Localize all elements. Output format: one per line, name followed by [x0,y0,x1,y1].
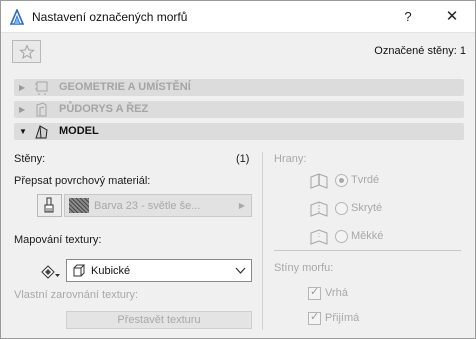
override-material-toggle[interactable] [37,194,62,217]
section-label: GEOMETRIE A UMÍSTĚNÍ [59,81,191,93]
help-button[interactable]: ? [391,1,425,33]
hard-edge-icon [310,173,328,189]
arrow-right-icon: ▶ [238,201,245,210]
texture-mapping-label: Mapování textury: [14,234,102,246]
cast-shadow-label: Vrhá [325,287,348,299]
checkmark-icon: ✓ [310,311,320,323]
shadows-label: Stíny morfu: [274,262,334,274]
custom-alignment-label: Vlastní zarovnání textury: [14,289,139,301]
section-label: MODEL [59,125,99,137]
override-material-label: Přepsat povrchový materiál: [14,175,151,187]
geometry-icon [35,81,48,95]
surface-material-picker[interactable]: Barva 23 - světle še... ▶ [64,194,252,217]
star-icon [18,43,35,59]
app-icon [10,9,24,25]
cube-icon [73,264,86,277]
edges-hard-radio[interactable] [335,174,348,187]
walls-count: (1) [236,153,250,165]
section-model[interactable]: ▼ MODEL [14,123,464,140]
cast-shadow-checkbox[interactable]: ✓ [308,286,321,300]
texture-mapping-dropdown[interactable]: Kubické [66,259,252,282]
paint-brush-icon [44,197,54,213]
edges-hidden-label: Skryté [351,202,383,214]
expanded-arrow-icon: ▼ [19,127,27,136]
edges-hidden-radio[interactable] [335,202,348,215]
column-divider [262,152,263,330]
window-title: Nastavení označených morfů [32,10,188,24]
selected-walls-count: Označené stěny: 1 [374,45,466,57]
material-value: Barva 23 - světle še... [94,200,201,212]
model-icon [35,125,48,139]
edges-shadows-divider [274,250,461,251]
receive-shadow-checkbox[interactable]: ✓ [308,311,321,325]
chevron-down-icon [235,267,246,274]
rebuild-texture-button[interactable]: Přestavět texturu [66,311,252,329]
material-swatch [69,198,89,213]
soft-edge-icon [310,229,328,245]
section-geometry[interactable]: ▶ GEOMETRIE A UMÍSTĚNÍ [14,79,464,96]
walls-label: Stěny: [14,153,46,165]
title-bar: Nastavení označených morfů ? ✕ [1,1,475,33]
texture-mapping-value: Kubické [91,265,131,277]
checkmark-icon: ✓ [310,286,320,298]
favorites-button[interactable] [12,40,41,63]
collapsed-arrow-icon: ▶ [19,105,26,114]
edges-soft-radio[interactable] [335,230,348,243]
section-label: PŮDORYS A ŘEZ [59,103,149,115]
hidden-edge-icon [310,201,328,217]
collapsed-arrow-icon: ▶ [19,83,26,92]
edges-soft-label: Měkké [351,230,384,242]
edges-label: Hrany: [274,153,307,165]
floorplan-icon [36,102,47,117]
edges-hard-label: Tvrdé [351,174,380,186]
section-floorplan[interactable]: ▶ PŮDORYS A ŘEZ [14,101,464,118]
texture-mapping-icon [41,265,60,279]
close-button[interactable]: ✕ [429,1,475,33]
settings-dialog: Nastavení označených morfů ? ✕ Označené … [0,0,476,339]
receive-shadow-label: Přijímá [325,312,360,324]
